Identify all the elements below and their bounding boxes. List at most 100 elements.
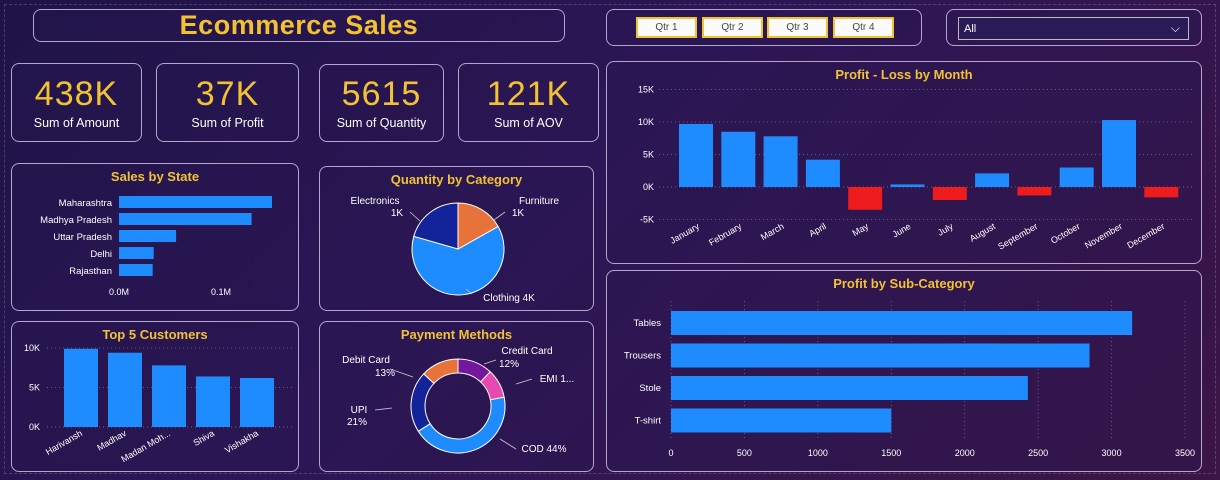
bar (890, 184, 925, 187)
kpi-card-amount: 438K Sum of Amount (11, 63, 142, 142)
bar (119, 264, 153, 276)
quantity-by-category-panel: Quantity by Category Electronics 1K Furnit… (319, 166, 594, 311)
category-label: Shiva (192, 428, 216, 448)
category-label: Trousers (624, 351, 661, 362)
page-title: Ecommerce Sales (179, 10, 419, 40)
category-label: December (1125, 221, 1166, 250)
category-label: Harivansh (44, 428, 84, 457)
profit-loss-by-month-panel: Profit - Loss by Month 15K 10K 5K 0K -5K Janu… (606, 61, 1202, 264)
qtr-1-button[interactable]: Qtr 1 (636, 17, 697, 38)
tick-label: 0K (643, 182, 654, 192)
tick-label: 0K (29, 422, 40, 432)
kpi-label: Sum of Amount (33, 115, 120, 130)
profit-by-subcategory-panel: Profit by Sub-Category 0 500 1000 1500 2000 2… (606, 270, 1202, 472)
kpi-value: 121K (486, 74, 571, 113)
tick-label: 1000 (808, 448, 828, 458)
bar (1059, 167, 1094, 187)
kpi-value: 37K (195, 74, 260, 113)
filter-dropdown[interactable]: All ⌵ (958, 17, 1189, 40)
qtr-3-button[interactable]: Qtr 3 (767, 17, 828, 38)
category-label: September (996, 221, 1039, 252)
filter-value: All (964, 22, 977, 35)
leader-line (493, 211, 506, 221)
data-label: UPI (351, 405, 368, 416)
quarter-slicer: Qtr 1 Qtr 2 Qtr 3 Qtr 4 (606, 9, 922, 46)
leader-line (515, 378, 533, 385)
category-label: Uttar Pradesh (53, 232, 112, 243)
bar (671, 343, 1090, 368)
data-label: Furniture (519, 196, 559, 207)
category-label: July (936, 221, 955, 238)
tick-label: 5K (643, 150, 654, 160)
title-panel: Ecommerce Sales (33, 9, 565, 42)
sales-by-state-panel: Sales by State Maharashtra Madhya Pradesh… (11, 163, 299, 311)
tick-label: 3000 (1102, 448, 1122, 458)
data-value: 21% (347, 417, 367, 428)
category-label: May (850, 221, 870, 238)
leader-line (499, 438, 517, 450)
category-label: Vishakha (223, 428, 260, 455)
bar (119, 213, 252, 225)
kpi-label: Sum of Profit (191, 115, 264, 130)
category-label: Rajasthan (69, 266, 112, 277)
leader-line (374, 407, 393, 411)
qtr-4-button[interactable]: Qtr 4 (833, 17, 894, 38)
bar (848, 187, 883, 210)
tick-label: 15K (638, 85, 654, 95)
bar (1102, 120, 1136, 187)
data-label: Credit Card (501, 346, 552, 357)
top-customers-panel: Top 5 Customers 10K 5K 0K Harivansh Madhav Ma… (11, 321, 299, 472)
profit-loss-by-month-chart: 15K 10K 5K 0K -5K January February March April Ma… (638, 85, 1192, 252)
kpi-label: Sum of Quantity (336, 116, 427, 130)
tick-label: 2500 (1028, 448, 1048, 458)
bar (805, 159, 840, 187)
tick-label: -5K (640, 215, 654, 225)
tick-label: 5K (29, 383, 40, 393)
bar (671, 311, 1133, 335)
bar (1144, 187, 1179, 198)
bar (763, 136, 798, 187)
category-label: June (891, 221, 913, 239)
sales-by-state-chart: Maharashtra Madhya Pradesh Uttar Pradesh De… (40, 196, 272, 297)
category-label: October (1049, 221, 1082, 246)
leader-line (409, 211, 421, 222)
bar (1017, 187, 1052, 196)
category-label: August (968, 221, 998, 244)
payment-methods-chart: Debit Card13%Credit Card12%EMI 1...UPI21… (342, 346, 574, 455)
data-value: 1K (391, 208, 404, 219)
category-label: Madan Moh... (119, 428, 172, 464)
tick-label: 0 (668, 448, 673, 458)
bar (108, 352, 142, 427)
kpi-card-profit: 37K Sum of Profit (156, 63, 299, 142)
bar (119, 196, 272, 208)
qtr-2-button[interactable]: Qtr 2 (702, 17, 763, 38)
tick-label: 1500 (881, 448, 901, 458)
category-label: April (807, 221, 828, 239)
tick-label: 10K (638, 117, 654, 127)
kpi-card-quantity: 5615 Sum of Quantity (319, 64, 444, 142)
data-value: 1K (512, 208, 525, 219)
kpi-label: Sum of AOV (494, 115, 563, 130)
bar (721, 131, 756, 187)
tick-label: 10K (24, 343, 40, 353)
bar (671, 408, 892, 433)
profit-by-subcategory-chart: 0 500 1000 1500 2000 2500 3000 3500 Tables Trouse… (624, 301, 1195, 458)
bar (119, 247, 154, 259)
category-label: Delhi (90, 249, 112, 260)
data-label: Debit Card (342, 355, 390, 366)
payment-methods-panel: Payment Methods Debit Card 13% Credit Card… (319, 321, 594, 472)
category-label: November (1083, 221, 1124, 250)
bar (64, 348, 98, 427)
category-label: Maharashtra (59, 198, 113, 209)
bar (679, 123, 713, 187)
bar (671, 376, 1028, 400)
category-label: March (759, 221, 786, 242)
category-label: Madhya Pradesh (40, 215, 112, 226)
bar (152, 365, 186, 427)
data-label: Clothing 4K (483, 293, 535, 304)
bar (975, 173, 1010, 187)
kpi-card-aov: 121K Sum of AOV (458, 63, 599, 142)
category-label: Tables (634, 318, 662, 329)
donut-slice (417, 396, 506, 454)
tick-label: 0.1M (211, 287, 231, 297)
